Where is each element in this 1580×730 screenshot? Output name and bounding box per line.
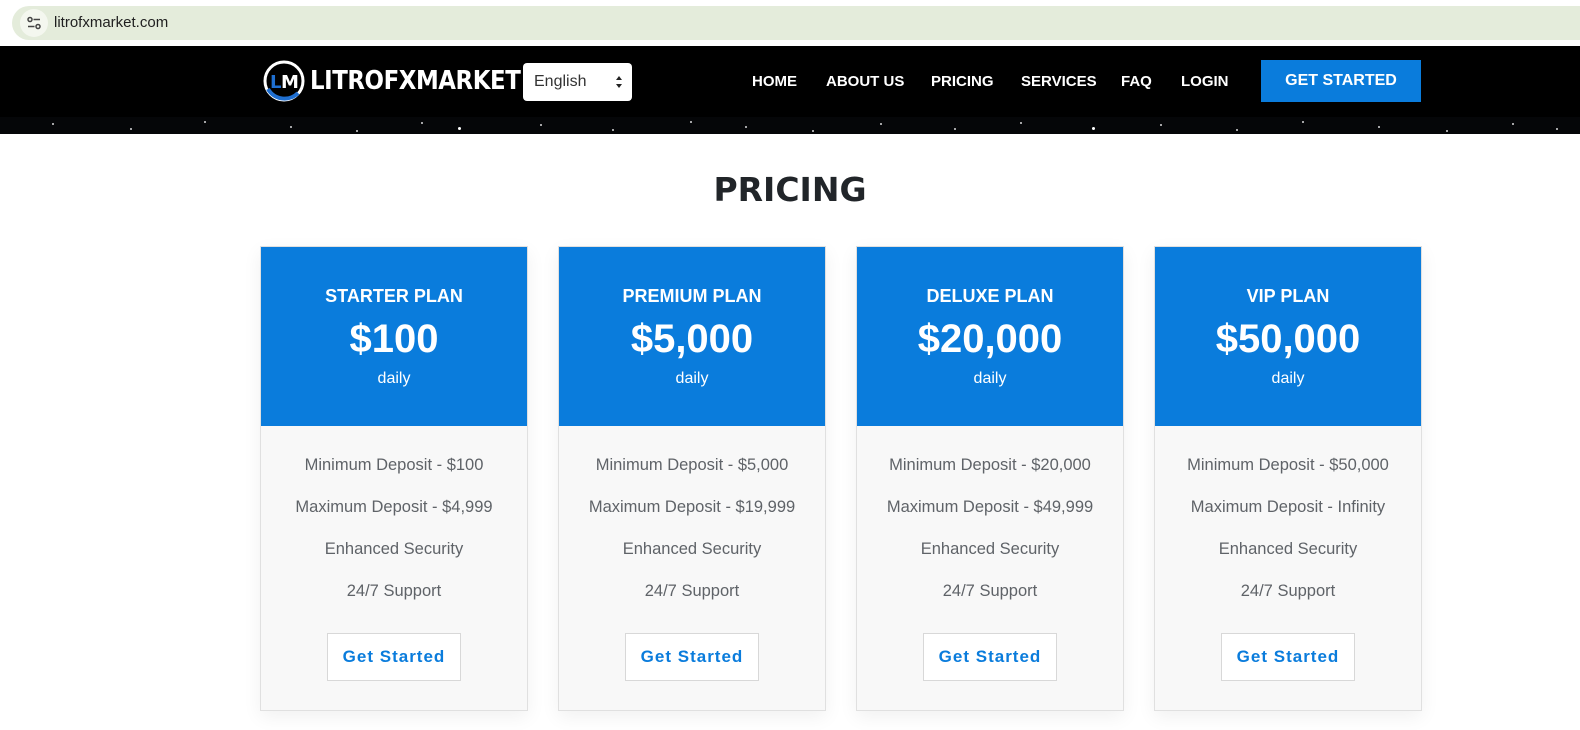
plan-price: $50,000 bbox=[1215, 317, 1361, 361]
svg-text:M: M bbox=[281, 72, 299, 93]
plan-feature: Minimum Deposit - $20,000 bbox=[889, 456, 1091, 474]
site-logo[interactable]: L M LITROFXMARKET bbox=[262, 57, 549, 105]
tune-icon[interactable] bbox=[20, 9, 48, 37]
plan-name: STARTER PLAN bbox=[325, 286, 463, 306]
plan-feature: Minimum Deposit - $5,000 bbox=[595, 456, 789, 474]
page-title: PRICING bbox=[713, 170, 867, 209]
plan-card-starter: STARTER PLAN $100 daily Minimum Deposit … bbox=[260, 246, 528, 711]
plan-feature: 24/7 Support bbox=[942, 582, 1038, 600]
plan-feature: 24/7 Support bbox=[346, 582, 442, 600]
nav-services[interactable]: SERVICES bbox=[1021, 73, 1097, 90]
plan-name: DELUXE PLAN bbox=[926, 286, 1054, 306]
plan-feature: Minimum Deposit - $100 bbox=[304, 456, 484, 474]
plan-price: $20,000 bbox=[917, 317, 1063, 361]
plan-feature: Minimum Deposit - $50,000 bbox=[1187, 456, 1389, 474]
plan-feature: Enhanced Security bbox=[1218, 540, 1358, 558]
plan-feature: Maximum Deposit - Infinity bbox=[1190, 498, 1386, 516]
plan-period: daily bbox=[973, 370, 1007, 387]
plan-price: $100 bbox=[349, 317, 439, 361]
plan-card-vip: VIP PLAN $50,000 daily Minimum Deposit -… bbox=[1154, 246, 1422, 711]
nav-login[interactable]: LOGIN bbox=[1181, 73, 1229, 90]
plan-get-started-button[interactable]: Get Started bbox=[625, 633, 759, 681]
plan-get-started-button[interactable]: Get Started bbox=[327, 633, 461, 681]
plan-period: daily bbox=[675, 370, 709, 387]
nav-faq[interactable]: FAQ bbox=[1121, 73, 1152, 90]
logo-text: LITROFXMARKET bbox=[310, 66, 521, 96]
plan-header: DELUXE PLAN $20,000 daily bbox=[857, 247, 1123, 426]
plan-feature: 24/7 Support bbox=[644, 582, 740, 600]
get-started-button[interactable]: GET STARTED bbox=[1261, 60, 1421, 102]
plan-name: VIP PLAN bbox=[1246, 286, 1330, 306]
browser-url-bar: litrofxmarket.com bbox=[0, 0, 1580, 46]
plan-feature: Enhanced Security bbox=[622, 540, 762, 558]
plan-feature: Enhanced Security bbox=[920, 540, 1060, 558]
plan-feature: Maximum Deposit - $49,999 bbox=[886, 498, 1094, 516]
starfield-banner bbox=[0, 117, 1580, 134]
plan-card-deluxe: DELUXE PLAN $20,000 daily Minimum Deposi… bbox=[856, 246, 1124, 711]
plan-period: daily bbox=[1271, 370, 1305, 387]
plan-get-started-button[interactable]: Get Started bbox=[1221, 633, 1355, 681]
plan-header: STARTER PLAN $100 daily bbox=[261, 247, 527, 426]
plan-feature: Maximum Deposit - $19,999 bbox=[588, 498, 796, 516]
plan-header: PREMIUM PLAN $5,000 daily bbox=[559, 247, 825, 426]
plan-feature: Enhanced Security bbox=[324, 540, 464, 558]
nav-pricing[interactable]: PRICING bbox=[931, 73, 994, 90]
nav-home[interactable]: HOME bbox=[752, 73, 797, 90]
plan-price: $5,000 bbox=[630, 317, 754, 361]
lm-logo-icon: L M bbox=[263, 60, 305, 102]
language-select[interactable]: English bbox=[523, 63, 632, 101]
address-field[interactable]: litrofxmarket.com bbox=[12, 6, 1580, 40]
plan-period: daily bbox=[377, 370, 411, 387]
plan-feature: Maximum Deposit - $4,999 bbox=[295, 498, 493, 516]
nav-about-us[interactable]: ABOUT US bbox=[826, 73, 904, 90]
url-text[interactable]: litrofxmarket.com bbox=[54, 14, 168, 31]
plan-card-premium: PREMIUM PLAN $5,000 daily Minimum Deposi… bbox=[558, 246, 826, 711]
select-caret-icon bbox=[616, 76, 622, 88]
language-value: English bbox=[534, 73, 587, 90]
plan-get-started-button[interactable]: Get Started bbox=[923, 633, 1057, 681]
svg-text:L: L bbox=[270, 72, 281, 93]
plan-feature: 24/7 Support bbox=[1240, 582, 1336, 600]
plan-name: PREMIUM PLAN bbox=[622, 286, 762, 306]
plan-header: VIP PLAN $50,000 daily bbox=[1155, 247, 1421, 426]
